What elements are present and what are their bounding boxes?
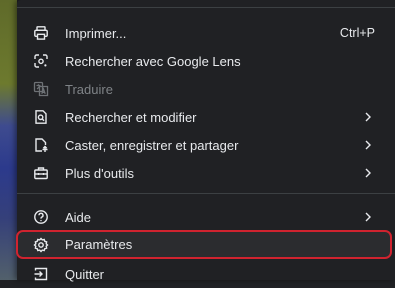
menu-separator xyxy=(17,7,395,8)
menu-item-translate: Traduire xyxy=(17,75,395,103)
menu-item-label: Traduire xyxy=(65,81,113,97)
cast-save-share-icon xyxy=(33,137,49,153)
chevron-right-icon xyxy=(363,168,373,178)
menu-item-label: Aide xyxy=(65,209,92,225)
menu-item-find-and-edit[interactable]: Rechercher et modifier xyxy=(17,103,395,131)
chevron-right-icon xyxy=(363,212,373,222)
menu-separator xyxy=(17,193,395,194)
menu-item-label: Paramètres xyxy=(65,237,133,252)
menu-item-print[interactable]: Imprimer... Ctrl+P xyxy=(17,19,395,47)
background-wallpaper-strip xyxy=(0,0,17,280)
menu-item-label: Plus d'outils xyxy=(65,165,134,181)
menu-item-label: Quitter xyxy=(65,266,105,282)
find-page-icon xyxy=(33,109,49,125)
menu-item-label: Rechercher et modifier xyxy=(65,109,197,125)
gear-icon xyxy=(33,236,49,253)
printer-icon xyxy=(33,25,49,41)
menu-item-quit[interactable]: Quitter xyxy=(17,260,395,288)
chevron-right-icon xyxy=(363,140,373,150)
chevron-right-icon xyxy=(363,112,373,122)
menu-item-more-tools[interactable]: Plus d'outils xyxy=(17,159,395,187)
menu-item-label: Imprimer... xyxy=(65,25,127,41)
translate-icon xyxy=(33,81,49,97)
menu-item-cast-save-share[interactable]: Caster, enregistrer et partager xyxy=(17,131,395,159)
menu-item-help[interactable]: Aide xyxy=(17,203,395,231)
keyboard-shortcut: Ctrl+P xyxy=(339,26,375,40)
menu-item-google-lens[interactable]: Rechercher avec Google Lens xyxy=(17,47,395,75)
menu-item-label: Caster, enregistrer et partager xyxy=(65,137,239,153)
menu-item-label: Rechercher avec Google Lens xyxy=(65,53,241,69)
chrome-app-menu: Imprimer... Ctrl+P Rechercher avec Googl… xyxy=(16,0,395,282)
toolbox-icon xyxy=(33,165,49,181)
help-icon xyxy=(33,209,49,225)
google-lens-icon xyxy=(33,53,49,69)
menu-item-settings[interactable]: Paramètres xyxy=(16,230,392,259)
